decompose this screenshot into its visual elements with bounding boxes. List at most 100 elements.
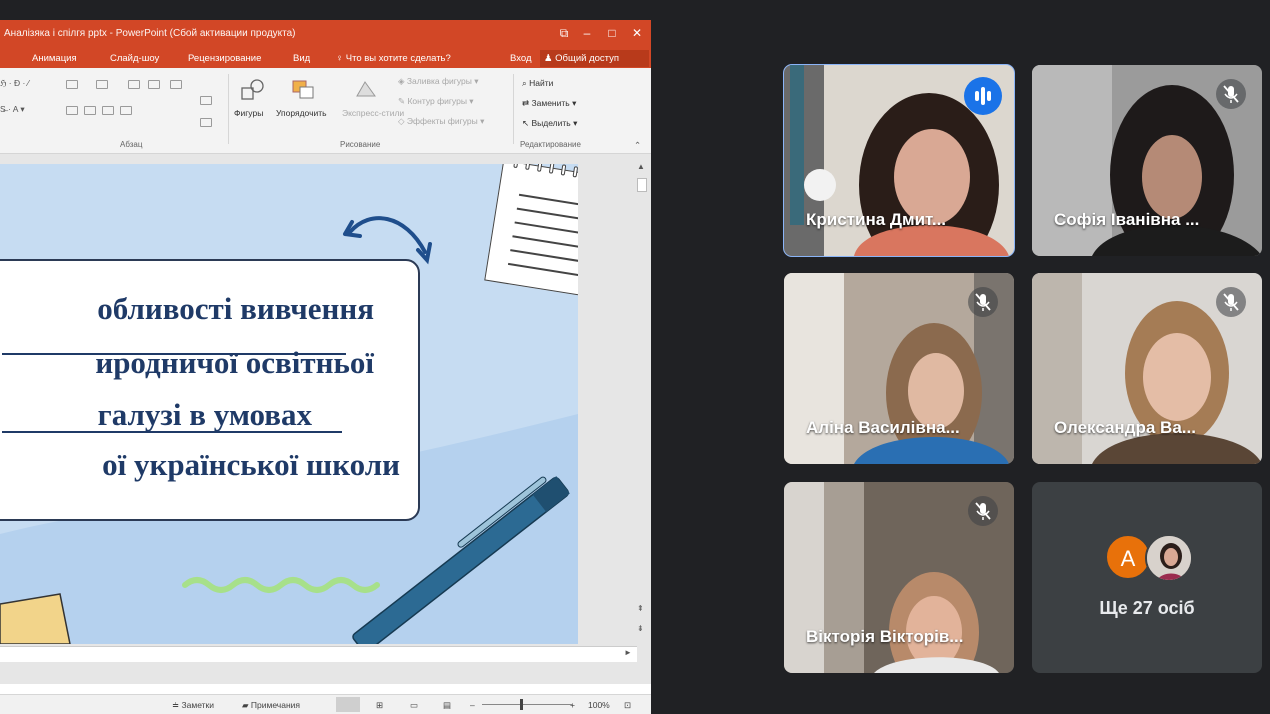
shape-fill-label: Заливка фигуры: [406, 76, 472, 86]
zoom-out-icon[interactable]: –: [470, 700, 475, 710]
notepad-coil: [536, 164, 543, 172]
smartart-icon[interactable]: [200, 118, 212, 127]
mic-off-icon: [968, 287, 998, 317]
align-left-icon[interactable]: [66, 106, 78, 115]
notes-label: Заметки: [181, 700, 215, 710]
indent-decrease-icon[interactable]: [128, 80, 140, 89]
select-label: Выделить: [531, 118, 571, 128]
title-underline: [2, 431, 342, 433]
scroll-up-icon[interactable]: ▲: [637, 162, 645, 171]
arrange-icon: [292, 80, 314, 99]
zoom-in-icon[interactable]: +: [570, 700, 575, 710]
shape-outline-label: Контур фигуры: [407, 96, 467, 106]
scrollbar-thumb[interactable]: [637, 178, 647, 192]
comment-icon: ▰: [242, 700, 249, 710]
notepad-line: [512, 235, 578, 251]
select-button[interactable]: ↖ Выделить ▾: [522, 118, 577, 129]
zoom-slider-thumb[interactable]: [520, 699, 523, 710]
next-slide-icon[interactable]: ⇟: [637, 624, 644, 633]
horizontal-scrollbar[interactable]: [0, 646, 637, 662]
speaking-indicator: [964, 77, 1002, 115]
slide-sorter-icon[interactable]: ⊞: [376, 700, 383, 711]
participant-tile[interactable]: Вікторія Вікторів...: [784, 482, 1014, 673]
zoom-level[interactable]: 100%: [588, 700, 610, 710]
participant-tile[interactable]: Олександра Ва...: [1032, 273, 1262, 464]
avatar: [1145, 534, 1193, 582]
normal-view-button[interactable]: [336, 697, 360, 712]
notepad-line: [516, 207, 578, 224]
slide-title-line-1: обливості вивчення: [97, 291, 374, 326]
bullets-icon[interactable]: [66, 80, 78, 89]
shape-fill-button[interactable]: ◈ Заливка фигуры ▾: [398, 76, 478, 87]
ribbon: ℌ · Ð · ⁄ S̶ · A ▾ Абзац Фигуры Упорядоч…: [0, 68, 651, 154]
notepad-line: [510, 249, 578, 265]
express-styles-button[interactable]: Экспресс-стили: [342, 108, 404, 118]
tab-view[interactable]: Вид: [293, 53, 310, 64]
fit-slide-icon[interactable]: ⊡: [624, 700, 631, 711]
align-right-icon[interactable]: [102, 106, 114, 115]
minimize-icon[interactable]: –: [576, 24, 598, 42]
ppt-window-title: Аналізяка і спілгя pptx - PowerPoint (Сб…: [4, 28, 296, 39]
share-button[interactable]: ♟ Общий доступ: [540, 50, 649, 67]
font-color-icons[interactable]: S̶ · A ▾: [0, 104, 25, 115]
lightbulb-icon: ♀: [336, 53, 344, 64]
screen: Аналізяка і спілгя pptx - PowerPoint (Сб…: [0, 0, 1270, 714]
tab-animation[interactable]: Анимация: [32, 53, 77, 64]
ribbon-divider: [513, 74, 514, 144]
replace-label: Заменить: [531, 98, 570, 108]
vertical-scrollbar[interactable]: [624, 154, 651, 654]
numbering-icon[interactable]: [96, 80, 108, 89]
tell-me-text: Что вы хотите сделать?: [345, 53, 451, 64]
powerpoint-window: Аналізяка і спілгя pptx - PowerPoint (Сб…: [0, 20, 651, 714]
slide-title-box[interactable]: обливості вивчення иродничої освітньої г…: [0, 259, 420, 521]
text-direction-icon[interactable]: [200, 96, 212, 105]
mic-off-icon: [1216, 79, 1246, 109]
notepad-illustration: [484, 164, 578, 301]
slide-canvas[interactable]: обливості вивчення иродничої освітньої г…: [0, 164, 578, 644]
tab-slideshow[interactable]: Слайд-шоу: [110, 53, 159, 64]
participant-name: Кристина Дмит...: [806, 210, 947, 229]
comments-button[interactable]: ▰ Примечания: [242, 700, 300, 711]
close-icon[interactable]: ✕: [626, 24, 648, 42]
arrange-button[interactable]: Упорядочить: [276, 108, 327, 118]
participant-name: Олександра Ва...: [1054, 418, 1196, 437]
shape-effects-label: Эффекты фигуры: [406, 116, 478, 126]
participant-tile[interactable]: Аліна Василівна...: [784, 273, 1014, 464]
replace-button[interactable]: ⇄ Заменить ▾: [522, 98, 576, 109]
participant-tile[interactable]: Кристина Дмит...: [783, 64, 1015, 257]
align-center-icon[interactable]: [84, 106, 96, 115]
shapes-button[interactable]: Фигуры: [234, 108, 263, 118]
collapse-ribbon-icon[interactable]: ⌃: [634, 140, 641, 151]
group-label-editing: Редактирование: [520, 140, 581, 149]
express-styles-icon: [356, 81, 376, 97]
prev-slide-icon[interactable]: ⇞: [637, 604, 644, 613]
reading-view-icon[interactable]: ▭: [410, 700, 418, 711]
justify-icon[interactable]: [120, 106, 132, 115]
notepad-line: [518, 193, 578, 210]
slideshow-icon[interactable]: ▤: [443, 700, 451, 711]
more-participants-tile[interactable]: A Ще 27 осіб: [1032, 482, 1262, 673]
tell-me-box[interactable]: ♀ Что вы хотите сделать?: [336, 53, 451, 64]
ribbon-display-icon[interactable]: ⧉: [553, 24, 575, 42]
line-spacing-icon[interactable]: [170, 80, 182, 89]
find-button[interactable]: ⌕ Найти: [522, 78, 553, 89]
find-label: Найти: [529, 78, 554, 88]
cursor-icon: ↖: [522, 118, 530, 128]
maximize-icon[interactable]: □: [601, 24, 623, 42]
search-icon: ⌕: [522, 78, 527, 88]
font-format-icons[interactable]: ℌ · Ð · ⁄: [0, 78, 29, 89]
participant-name: Аліна Василівна...: [806, 418, 960, 437]
tab-review[interactable]: Рецензирование: [188, 53, 261, 64]
shape-outline-button[interactable]: ✎ Контур фигуры ▾: [398, 96, 474, 107]
signin-link[interactable]: Вход: [510, 53, 532, 64]
participant-tile[interactable]: Софія Іванівна ...: [1032, 65, 1262, 256]
more-participants-label: Ще 27 осіб: [1099, 598, 1195, 618]
notepad-line: [507, 262, 578, 279]
notes-button[interactable]: ≐ Заметки: [172, 700, 214, 711]
zoom-slider[interactable]: [482, 704, 572, 705]
indent-increase-icon[interactable]: [148, 80, 160, 89]
participant-name: Софія Іванівна ...: [1054, 210, 1200, 229]
status-bar: ≐ Заметки ▰ Примечания ⊞ ▭ ▤ – + 100% ⊡: [0, 694, 651, 714]
scroll-right-icon[interactable]: ►: [624, 648, 632, 657]
shape-effects-button[interactable]: ◇ Эффекты фигуры ▾: [398, 116, 484, 127]
